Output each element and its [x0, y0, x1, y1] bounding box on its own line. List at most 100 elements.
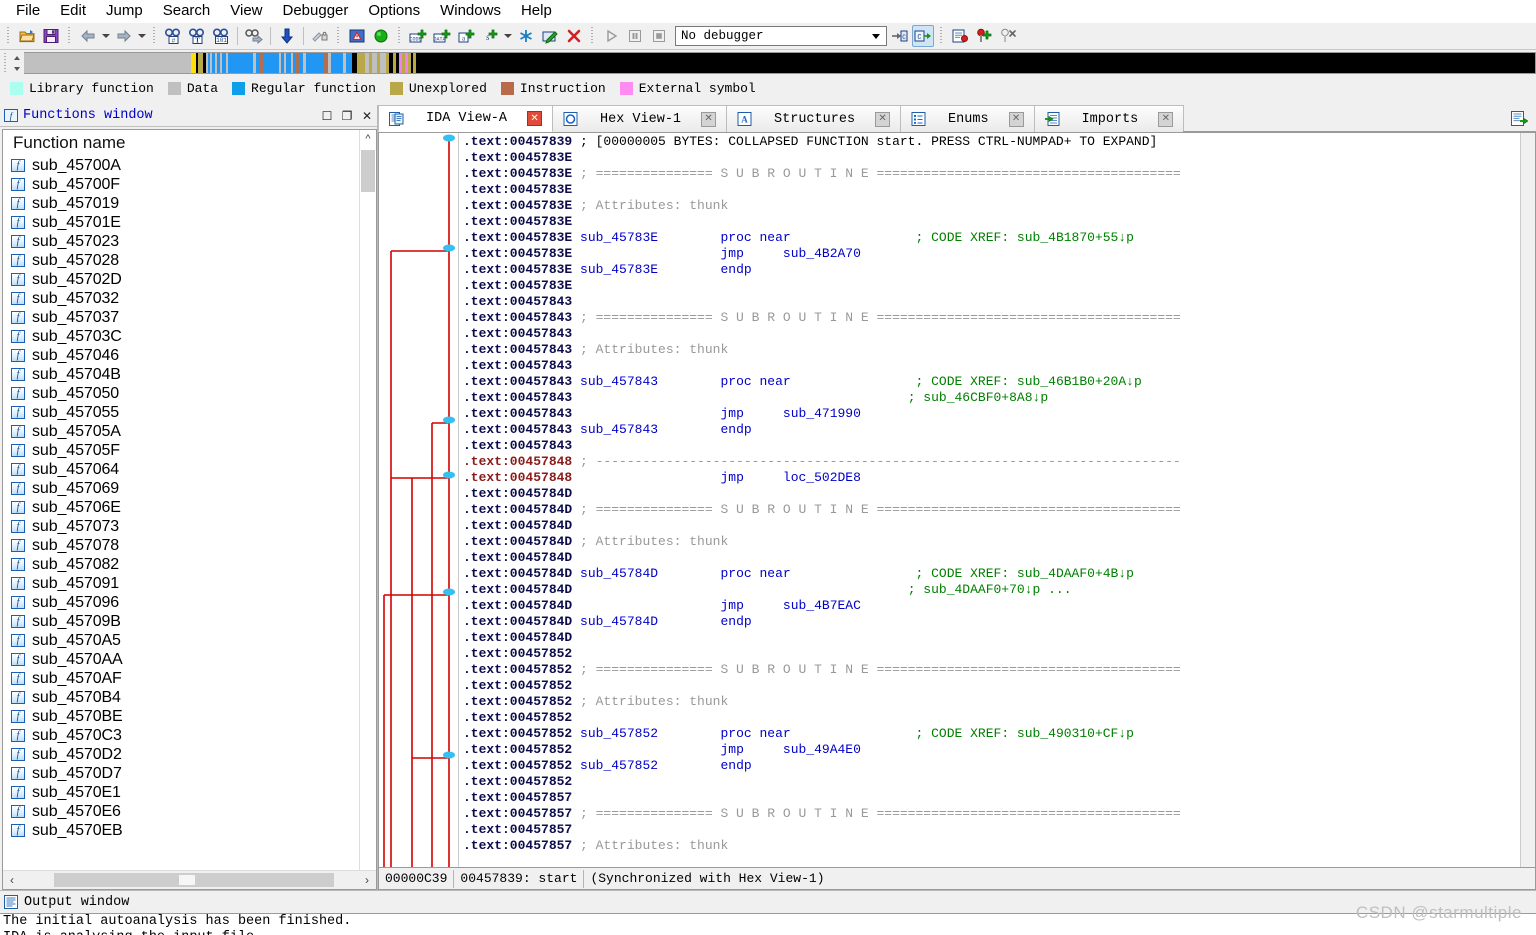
- function-list-item[interactable]: f sub_45704B: [3, 365, 376, 384]
- disassembly-line[interactable]: .text:00457843 sub_457843 proc near ; CO…: [463, 374, 1520, 390]
- function-list-item[interactable]: f sub_457019: [3, 194, 376, 213]
- disassembly-listing[interactable]: .text:00457839 ; [00000005 BYTES: COLLAP…: [459, 133, 1520, 867]
- menu-search[interactable]: Search: [153, 1, 221, 21]
- make-struct-icon[interactable]: s: [479, 25, 501, 47]
- scroll-left-icon[interactable]: ‹: [3, 873, 21, 887]
- run-play-icon[interactable]: [600, 25, 622, 47]
- maximize-button[interactable]: ☐: [317, 107, 337, 125]
- disassembly-line[interactable]: .text:00457843: [463, 294, 1520, 310]
- function-list-item[interactable]: f sub_457096: [3, 593, 376, 612]
- toolbar-grip-dbg[interactable]: [589, 26, 596, 46]
- run-green-icon[interactable]: [370, 25, 392, 47]
- disassembly-line[interactable]: .text:00457852: [463, 678, 1520, 694]
- function-list-item[interactable]: f sub_457032: [3, 289, 376, 308]
- functions-hscroll-thumb[interactable]: [54, 873, 334, 887]
- function-list-item[interactable]: f sub_45706E: [3, 498, 376, 517]
- disassembly-line[interactable]: .text:00457857 ; =============== S U B R…: [463, 806, 1520, 822]
- jump-down-icon[interactable]: [276, 25, 298, 47]
- navigator-zoom-arrows[interactable]: [10, 52, 24, 74]
- menu-view[interactable]: View: [220, 1, 272, 21]
- menu-windows[interactable]: Windows: [430, 1, 511, 21]
- back-arrow-icon[interactable]: [77, 25, 99, 47]
- disassembly-line[interactable]: .text:00457857: [463, 822, 1520, 838]
- scroll-right-icon[interactable]: ›: [358, 873, 376, 887]
- disassembly-line[interactable]: .text:00457852 ; =============== S U B R…: [463, 662, 1520, 678]
- function-list-item[interactable]: f sub_4570EB: [3, 821, 376, 840]
- tab-close-ida-view-a[interactable]: ✕: [527, 111, 543, 126]
- make-code-icon[interactable]: CODE: [407, 25, 429, 47]
- function-list-item[interactable]: f sub_45700A: [3, 156, 376, 175]
- save-icon[interactable]: [40, 25, 62, 47]
- edit-function-icon[interactable]: [539, 25, 561, 47]
- disassembly-line[interactable]: .text:0045784D ; sub_4DAAF0+70↓p ...: [463, 582, 1520, 598]
- disassembly-line[interactable]: .text:00457843: [463, 438, 1520, 454]
- disassembly-line[interactable]: .text:00457843 jmp sub_471990: [463, 406, 1520, 422]
- disassembly-line[interactable]: .text:0045783E ; Attributes: thunk: [463, 198, 1520, 214]
- disassembly-line[interactable]: .text:00457843 sub_457843 endp: [463, 422, 1520, 438]
- search-next-icon[interactable]: [243, 25, 265, 47]
- delete-icon[interactable]: [563, 25, 585, 47]
- disassembly-line[interactable]: .text:0045784D: [463, 630, 1520, 646]
- menu-help[interactable]: Help: [511, 1, 562, 21]
- function-list-item[interactable]: f sub_457037: [3, 308, 376, 327]
- function-list-item[interactable]: f sub_457050: [3, 384, 376, 403]
- breakpoint-list-icon[interactable]: [949, 25, 971, 47]
- disassembly-line[interactable]: .text:0045783E: [463, 278, 1520, 294]
- tab-imports[interactable]: Imports ✕: [1033, 105, 1185, 132]
- disassembly-line[interactable]: .text:0045783E sub_45783E endp: [463, 262, 1520, 278]
- back-dropdown-icon[interactable]: [100, 25, 112, 47]
- function-list-item[interactable]: f sub_4570E6: [3, 802, 376, 821]
- remove-breakpoint-icon[interactable]: [997, 25, 1019, 47]
- function-list-item[interactable]: f sub_457069: [3, 479, 376, 498]
- close-button[interactable]: ✕: [357, 107, 377, 125]
- functions-horizontal-scrollbar[interactable]: ‹ ›: [3, 870, 376, 889]
- function-list-item[interactable]: f sub_4570AF: [3, 669, 376, 688]
- disassembly-line[interactable]: .text:0045784D: [463, 550, 1520, 566]
- disassembly-line[interactable]: .text:00457852 ; Attributes: thunk: [463, 694, 1520, 710]
- disassembly-line[interactable]: .text:00457857 ; Attributes: thunk: [463, 838, 1520, 854]
- tab-close-hex-view-1[interactable]: ✕: [701, 111, 717, 127]
- forward-dropdown-icon[interactable]: [136, 25, 148, 47]
- disassembly-line[interactable]: .text:0045783E jmp sub_4B2A70: [463, 246, 1520, 262]
- function-list-item[interactable]: f sub_4570AA: [3, 650, 376, 669]
- functions-column-header[interactable]: Function name: [3, 130, 376, 156]
- disassembly-line[interactable]: .text:00457852 sub_457852 endp: [463, 758, 1520, 774]
- function-list-item[interactable]: f sub_457073: [3, 517, 376, 536]
- step-into-icon[interactable]: C: [912, 25, 934, 47]
- pause-icon[interactable]: [624, 25, 646, 47]
- function-list-item[interactable]: f sub_4570BE: [3, 707, 376, 726]
- menu-debugger[interactable]: Debugger: [273, 1, 359, 21]
- tab-close-structures[interactable]: ✕: [875, 111, 891, 127]
- debugger-select[interactable]: No debugger: [675, 26, 887, 46]
- functions-hscroll-track[interactable]: [21, 873, 358, 887]
- disassembly-line[interactable]: .text:00457852 sub_457852 proc near ; CO…: [463, 726, 1520, 742]
- function-list-item[interactable]: f sub_45702D: [3, 270, 376, 289]
- function-list-item[interactable]: f sub_457023: [3, 232, 376, 251]
- disassembly-line[interactable]: .text:00457848 ; -----------------------…: [463, 454, 1520, 470]
- disassembly-line[interactable]: .text:0045784D ; Attributes: thunk: [463, 534, 1520, 550]
- undefine-icon[interactable]: [515, 25, 537, 47]
- disassembly-line[interactable]: .text:0045783E ; =============== S U B R…: [463, 166, 1520, 182]
- function-list-item[interactable]: f sub_4570D7: [3, 764, 376, 783]
- toolbar-grip-nav[interactable]: [66, 26, 73, 46]
- menu-jump[interactable]: Jump: [96, 1, 153, 21]
- restore-button[interactable]: ❐: [337, 107, 357, 125]
- disassembly-line[interactable]: .text:0045784D sub_45784D proc near ; CO…: [463, 566, 1520, 582]
- disassembly-line[interactable]: .text:0045784D ; =============== S U B R…: [463, 502, 1520, 518]
- disassembly-line[interactable]: .text:0045783E: [463, 214, 1520, 230]
- make-ascii-icon[interactable]: a: [455, 25, 477, 47]
- disassembly-line[interactable]: .text:0045784D jmp sub_4B7EAC: [463, 598, 1520, 614]
- tab-hex-view-1[interactable]: Hex View-1 ✕: [552, 105, 728, 132]
- tab-ida-view-a[interactable]: IDA View-A ✕: [378, 105, 554, 132]
- tab-close-imports[interactable]: ✕: [1158, 111, 1174, 127]
- functions-vertical-scrollbar[interactable]: ^: [359, 130, 376, 889]
- search-text-icon[interactable]: T: [186, 25, 208, 47]
- disassembly-line[interactable]: .text:00457839 ; [00000005 BYTES: COLLAP…: [463, 134, 1520, 150]
- no-entry-icon[interactable]: [309, 25, 331, 47]
- function-list-item[interactable]: f sub_45700F: [3, 175, 376, 194]
- disassembly-line[interactable]: .text:00457843 ; =============== S U B R…: [463, 310, 1520, 326]
- functions-list[interactable]: f sub_45700A f sub_45700F f sub_457019 f sub_45…: [3, 156, 376, 870]
- function-list-item[interactable]: f sub_457028: [3, 251, 376, 270]
- functions-vscroll-thumb[interactable]: [361, 150, 375, 192]
- disassembly-line[interactable]: .text:00457852: [463, 774, 1520, 790]
